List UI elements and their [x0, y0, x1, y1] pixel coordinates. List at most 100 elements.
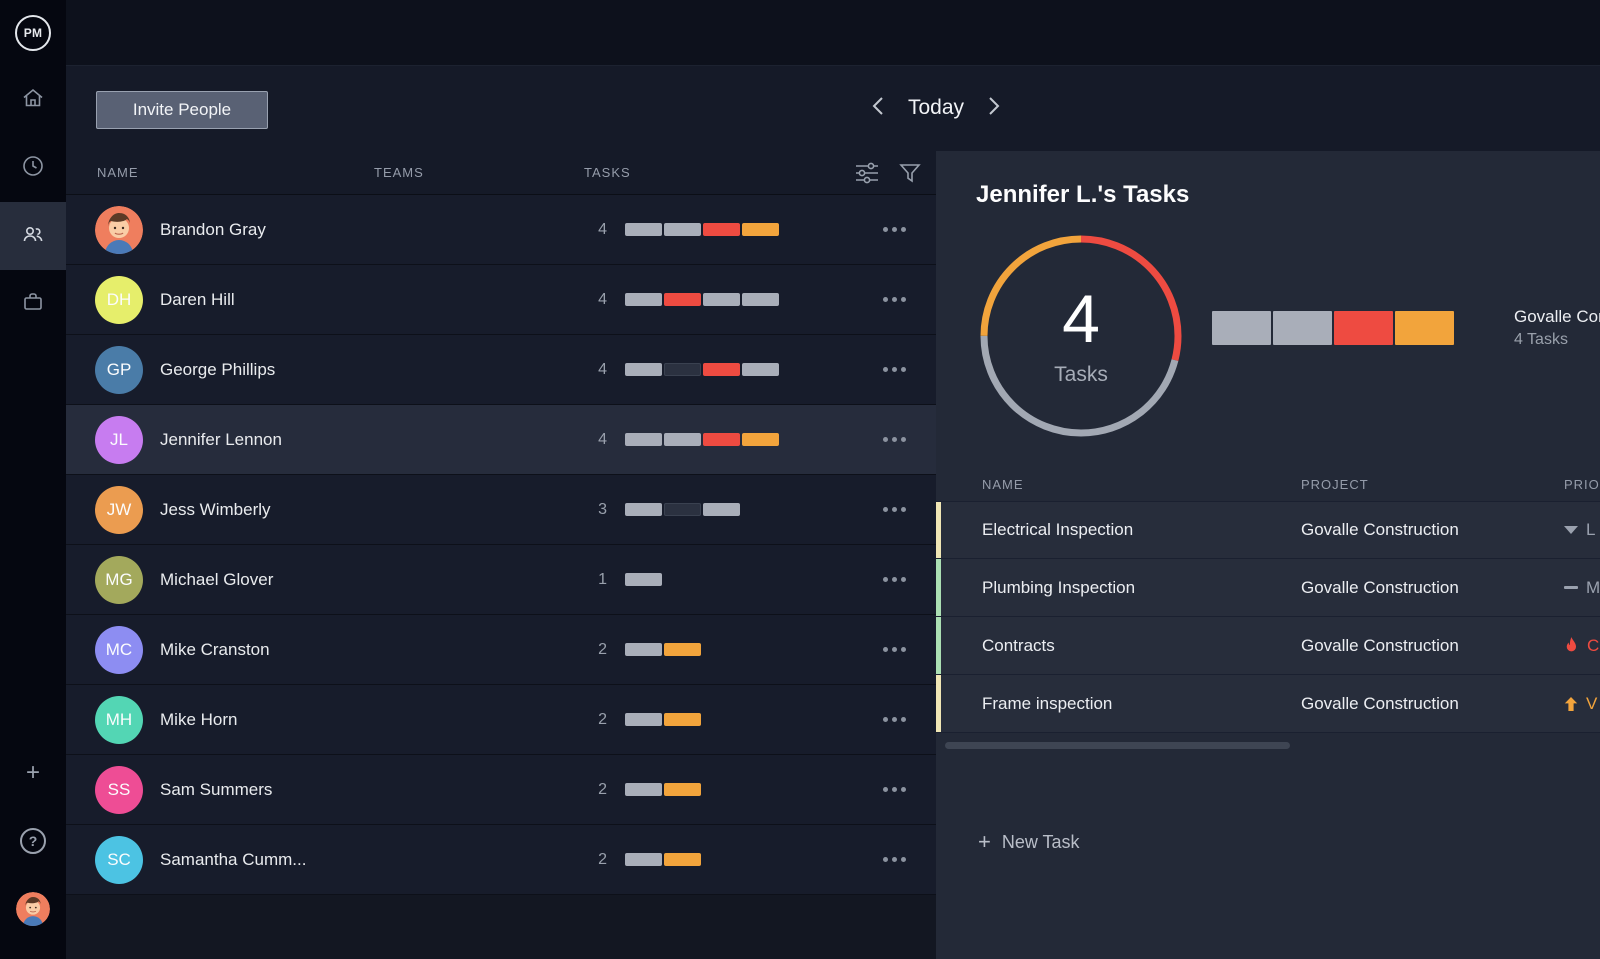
member-name: Samantha Cumm... [160, 850, 374, 870]
member-task-count: 4 [584, 291, 607, 309]
member-task-count: 3 [584, 501, 607, 519]
row-menu-button[interactable] [883, 431, 906, 448]
question-icon: ? [20, 828, 46, 854]
task-row[interactable]: Contracts Govalle Construction C [936, 617, 1600, 675]
app-logo[interactable]: PM [0, 0, 66, 66]
app-window: PM + ? [0, 0, 1600, 959]
member-row[interactable]: MG Michael Glover 1 [66, 545, 936, 615]
task-priority[interactable]: M [1564, 578, 1600, 598]
priority-label: V [1586, 694, 1597, 714]
avatar-initials: SC [95, 836, 143, 884]
help-button[interactable]: ? [0, 807, 66, 875]
member-row[interactable]: JL Jennifer Lennon 4 [66, 405, 936, 475]
add-button[interactable]: + [0, 739, 66, 807]
ellipsis-icon [883, 227, 888, 232]
sidebar-item-time[interactable] [0, 134, 66, 202]
flame-icon [1564, 637, 1579, 654]
task-project: Govalle Construction [1301, 636, 1459, 656]
new-task-label: New Task [1002, 832, 1080, 853]
ellipsis-icon [883, 437, 888, 442]
row-menu-button[interactable] [883, 501, 906, 518]
tasks-panel: Jennifer L.'s Tasks 4 Tasks [936, 151, 1600, 959]
users-icon [21, 222, 45, 251]
member-name: Jess Wimberly [160, 500, 374, 520]
column-header-name: NAME [97, 165, 139, 180]
sidebar-item-projects[interactable] [0, 270, 66, 338]
task-table: NAME PROJECT PRIORITY Electrical Inspect… [936, 463, 1600, 749]
task-priority[interactable]: V [1564, 694, 1600, 714]
member-task-count: 4 [584, 221, 607, 239]
avatar-initials: MH [95, 696, 143, 744]
member-task-bar [625, 363, 779, 376]
legend-task-count: 4 Tasks [1514, 331, 1600, 349]
invite-people-button[interactable]: Invite People [96, 91, 268, 129]
sidebar: PM + ? [0, 0, 66, 959]
distribution-group: Govalle Construction 4 Tasks [1212, 307, 1600, 349]
summary-row: 4 Tasks Govalle Construction 4 Tasks [978, 233, 1600, 439]
row-menu-button[interactable] [883, 361, 906, 378]
row-menu-button[interactable] [883, 221, 906, 238]
row-menu-button[interactable] [883, 291, 906, 308]
member-row[interactable]: JW Jess Wimberly 3 [66, 475, 936, 545]
member-task-bar [625, 713, 701, 726]
member-row[interactable]: MH Mike Horn 2 [66, 685, 936, 755]
task-project: Govalle Construction [1301, 694, 1459, 714]
toolbar: Invite People Today [66, 66, 1600, 151]
ellipsis-icon [883, 297, 888, 302]
task-row[interactable]: Frame inspection Govalle Construction V [936, 675, 1600, 733]
member-row[interactable]: GP George Phillips 4 [66, 335, 936, 405]
row-menu-button[interactable] [883, 781, 906, 798]
member-name: Brandon Gray [160, 220, 374, 240]
row-menu-button[interactable] [883, 571, 906, 588]
row-menu-button[interactable] [883, 851, 906, 868]
avatar-initials: JW [95, 486, 143, 534]
member-row[interactable]: Brandon Gray 4 [66, 195, 936, 265]
task-priority[interactable]: C [1564, 636, 1600, 656]
panel-title: Jennifer L.'s Tasks [976, 181, 1600, 209]
member-row[interactable]: SC Samantha Cumm... 2 [66, 825, 936, 895]
settings-sliders-icon[interactable] [854, 161, 880, 190]
team-list-pane: NAME TEAMS TASKS [66, 151, 936, 959]
member-row[interactable]: MC Mike Cranston 2 [66, 615, 936, 685]
row-menu-button[interactable] [883, 641, 906, 658]
filter-icon[interactable] [898, 161, 922, 190]
profile-menu[interactable] [0, 875, 66, 943]
ellipsis-icon [883, 857, 888, 862]
member-task-count: 4 [584, 431, 607, 449]
donut-task-count: 4 [1062, 285, 1100, 353]
home-icon [21, 86, 45, 115]
sidebar-bottom: + ? [0, 739, 66, 959]
task-row[interactable]: Electrical Inspection Govalle Constructi… [936, 501, 1600, 559]
task-column-project: PROJECT [1301, 477, 1369, 492]
new-task-button[interactable]: + New Task [978, 831, 1080, 853]
plus-icon: + [978, 831, 991, 853]
task-name: Contracts [982, 636, 1301, 656]
avatar-initials: JL [95, 416, 143, 464]
avatar [95, 206, 143, 254]
tasks-donut-chart: 4 Tasks [978, 233, 1184, 439]
avatar-photo [95, 206, 143, 254]
member-row[interactable]: DH Daren Hill 4 [66, 265, 936, 335]
avatar-initials: DH [95, 276, 143, 324]
ellipsis-icon [883, 367, 888, 372]
task-row[interactable]: Plumbing Inspection Govalle Construction… [936, 559, 1600, 617]
member-name: Mike Cranston [160, 640, 374, 660]
member-task-bar [625, 783, 701, 796]
briefcase-icon [21, 290, 45, 319]
ellipsis-icon [883, 787, 888, 792]
row-menu-button[interactable] [883, 711, 906, 728]
task-priority[interactable]: L [1564, 520, 1600, 540]
avatar: JW [95, 486, 143, 534]
member-name: Daren Hill [160, 290, 374, 310]
prev-day-button[interactable] [868, 92, 888, 123]
member-row[interactable]: SS Sam Summers 2 [66, 755, 936, 825]
task-column-name: NAME [982, 477, 1024, 492]
task-table-header: NAME PROJECT PRIORITY [936, 463, 1600, 501]
next-day-button[interactable] [984, 92, 1004, 123]
donut-task-label: Tasks [1054, 363, 1108, 387]
member-name: Mike Horn [160, 710, 374, 730]
sidebar-item-team[interactable] [0, 202, 66, 270]
list-header: NAME TEAMS TASKS [66, 151, 936, 195]
horizontal-scrollbar[interactable] [945, 742, 1290, 749]
sidebar-item-home[interactable] [0, 66, 66, 134]
